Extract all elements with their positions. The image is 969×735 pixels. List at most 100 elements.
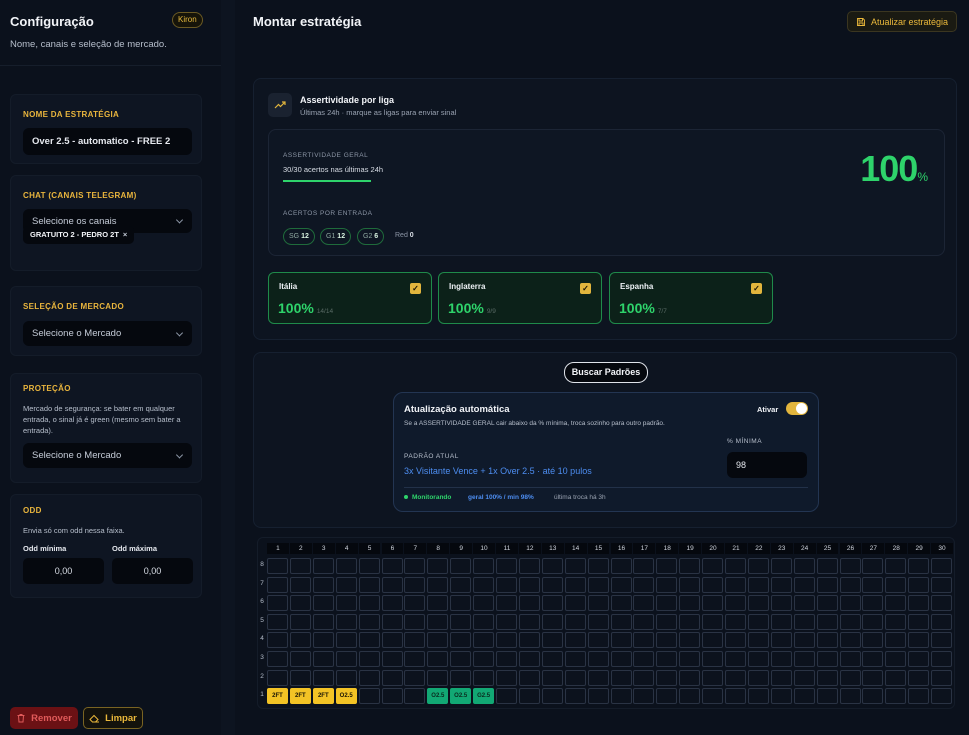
- auto-update-toggle[interactable]: [786, 402, 808, 415]
- grid-cell[interactable]: [427, 576, 449, 593]
- grid-cell[interactable]: [289, 613, 311, 630]
- grid-cell[interactable]: [381, 632, 403, 649]
- grid-cell[interactable]: [862, 576, 884, 593]
- grid-cell[interactable]: [450, 651, 472, 667]
- grid-cell[interactable]: [312, 558, 334, 574]
- grid-cell[interactable]: [381, 688, 403, 705]
- odd-min-input[interactable]: 0,00: [23, 558, 104, 584]
- grid-cell[interactable]: [610, 688, 632, 705]
- grid-cell[interactable]: [747, 613, 769, 630]
- grid-cell[interactable]: [908, 651, 930, 667]
- grid-cell[interactable]: [885, 632, 907, 649]
- grid-cell[interactable]: [656, 613, 678, 630]
- grid-cell[interactable]: [404, 613, 426, 630]
- grid-cell[interactable]: [381, 595, 403, 612]
- grid-cell[interactable]: [908, 688, 930, 705]
- league-card-inglaterra[interactable]: Inglaterra ✓ 100% 9/9: [438, 272, 602, 324]
- league-card-italia[interactable]: Itália ✓ 100% 14/14: [268, 272, 432, 324]
- grid-cell[interactable]: O2.5: [335, 688, 357, 705]
- grid-cell[interactable]: [518, 613, 540, 630]
- grid-cell[interactable]: [450, 595, 472, 612]
- grid-cell[interactable]: [702, 613, 724, 630]
- grid-cell[interactable]: [335, 595, 357, 612]
- grid-cell[interactable]: [725, 595, 746, 612]
- league-checkbox[interactable]: ✓: [410, 283, 421, 294]
- grid-cell[interactable]: [656, 558, 678, 574]
- grid-cell[interactable]: [725, 632, 746, 649]
- grid-cell[interactable]: [908, 632, 930, 649]
- grid-cell[interactable]: [931, 651, 953, 667]
- grid-cell[interactable]: [587, 651, 609, 667]
- grid-cell[interactable]: [862, 613, 884, 630]
- grid-cell[interactable]: [679, 576, 701, 593]
- grid-cell[interactable]: [770, 632, 792, 649]
- grid-cell[interactable]: [862, 669, 884, 686]
- grid-cell[interactable]: [679, 688, 701, 705]
- grid-cell[interactable]: [564, 613, 586, 630]
- grid-cell[interactable]: [335, 669, 357, 686]
- grid-cell[interactable]: [381, 576, 403, 593]
- grid-cell[interactable]: [587, 558, 609, 574]
- grid-cell[interactable]: [496, 595, 517, 612]
- grid-cell[interactable]: [839, 669, 861, 686]
- min-pct-input[interactable]: 98: [727, 452, 807, 478]
- grid-cell[interactable]: O2.5: [427, 688, 449, 705]
- grid-cell[interactable]: [450, 669, 472, 686]
- grid-cell[interactable]: [381, 558, 403, 574]
- grid-cell[interactable]: [656, 669, 678, 686]
- grid-cell[interactable]: [610, 651, 632, 667]
- clear-button[interactable]: Limpar: [83, 707, 143, 729]
- grid-cell[interactable]: [862, 651, 884, 667]
- grid-cell[interactable]: [816, 669, 838, 686]
- grid-cell[interactable]: [450, 632, 472, 649]
- grid-cell[interactable]: [496, 632, 517, 649]
- grid-cell[interactable]: [702, 669, 724, 686]
- grid-cell[interactable]: [289, 632, 311, 649]
- grid-cell[interactable]: [633, 688, 655, 705]
- grid-cell[interactable]: [358, 576, 380, 593]
- grid-cell[interactable]: 2FT: [312, 688, 334, 705]
- grid-cell[interactable]: [725, 558, 746, 574]
- grid-cell[interactable]: [587, 688, 609, 705]
- grid-cell[interactable]: 2FT: [289, 688, 311, 705]
- grid-cell[interactable]: [587, 632, 609, 649]
- grid-cell[interactable]: [427, 613, 449, 630]
- grid-cell[interactable]: [496, 613, 517, 630]
- grid-cell[interactable]: [885, 651, 907, 667]
- grid-cell[interactable]: [610, 595, 632, 612]
- grid-cell[interactable]: [610, 669, 632, 686]
- grid-cell[interactable]: [267, 595, 288, 612]
- league-card-espanha[interactable]: Espanha ✓ 100% 7/7: [609, 272, 773, 324]
- strategy-name-input[interactable]: Over 2.5 - automatico - FREE 2: [23, 128, 192, 155]
- grid-cell[interactable]: [862, 632, 884, 649]
- odd-max-input[interactable]: 0,00: [112, 558, 193, 584]
- grid-cell[interactable]: [725, 688, 746, 705]
- grid-cell[interactable]: [518, 595, 540, 612]
- grid-cell[interactable]: [518, 651, 540, 667]
- grid-cell[interactable]: [839, 632, 861, 649]
- grid-cell[interactable]: [267, 613, 288, 630]
- grid-cell[interactable]: [541, 613, 563, 630]
- grid-cell[interactable]: [816, 632, 838, 649]
- grid-cell[interactable]: [427, 651, 449, 667]
- grid-cell[interactable]: [931, 576, 953, 593]
- grid-cell[interactable]: [931, 613, 953, 630]
- grid-cell[interactable]: [312, 613, 334, 630]
- grid-cell[interactable]: [404, 595, 426, 612]
- grid-cell[interactable]: [747, 632, 769, 649]
- grid-cell[interactable]: [312, 595, 334, 612]
- grid-cell[interactable]: [404, 651, 426, 667]
- grid-cell[interactable]: [381, 613, 403, 630]
- grid-cell[interactable]: [564, 632, 586, 649]
- grid-cell[interactable]: [312, 669, 334, 686]
- grid-cell[interactable]: [610, 576, 632, 593]
- grid-cell[interactable]: [931, 595, 953, 612]
- grid-cell[interactable]: [862, 595, 884, 612]
- grid-cell[interactable]: [358, 613, 380, 630]
- grid-cell[interactable]: [473, 595, 495, 612]
- grid-cell[interactable]: [816, 688, 838, 705]
- grid-cell[interactable]: [541, 595, 563, 612]
- grid-cell[interactable]: [633, 613, 655, 630]
- grid-cell[interactable]: [335, 613, 357, 630]
- grid-cell[interactable]: [679, 632, 701, 649]
